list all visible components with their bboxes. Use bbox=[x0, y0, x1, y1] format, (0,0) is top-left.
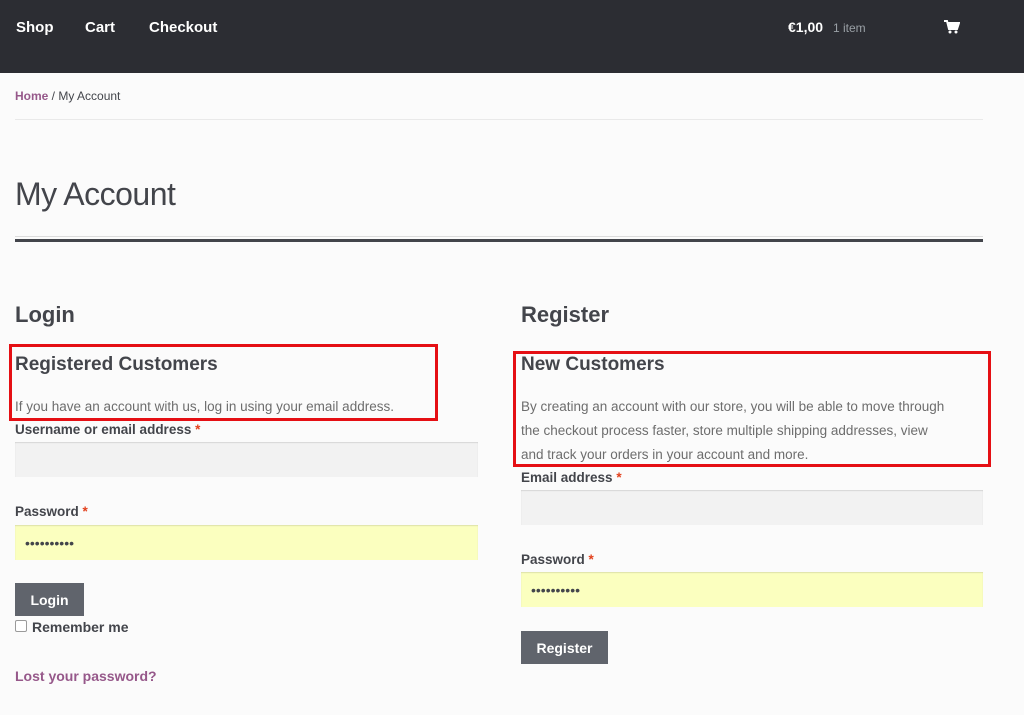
login-heading: Login bbox=[15, 302, 75, 327]
remember-me-label[interactable]: Remember me bbox=[32, 619, 129, 635]
breadcrumb: Home / My Account bbox=[15, 89, 120, 103]
remember-me-checkbox[interactable] bbox=[15, 620, 27, 632]
cart-total[interactable]: €1,00 bbox=[788, 19, 823, 35]
page-title: My Account bbox=[15, 176, 176, 212]
register-password-input[interactable] bbox=[521, 572, 983, 607]
top-navigation-bar: Shop Cart Checkout €1,00 1 item bbox=[0, 0, 1024, 73]
register-button[interactable]: Register bbox=[521, 631, 608, 664]
register-heading: Register bbox=[521, 302, 610, 327]
lost-password-link[interactable]: Lost your password? bbox=[15, 668, 157, 684]
username-input[interactable] bbox=[15, 442, 478, 477]
nav-cart-link[interactable]: Cart bbox=[85, 19, 115, 36]
username-label: Username or email address * bbox=[15, 422, 201, 437]
shopping-cart-icon[interactable] bbox=[944, 20, 960, 34]
login-password-label: Password * bbox=[15, 504, 88, 519]
email-label: Email address * bbox=[521, 470, 622, 485]
required-marker: * bbox=[195, 422, 201, 437]
required-marker: * bbox=[588, 552, 594, 567]
email-input[interactable] bbox=[521, 490, 983, 525]
register-password-label: Password * bbox=[521, 552, 594, 567]
required-marker: * bbox=[616, 470, 622, 485]
cart-item-count[interactable]: 1 item bbox=[833, 21, 866, 35]
breadcrumb-home-link[interactable]: Home bbox=[15, 89, 48, 103]
login-password-input[interactable] bbox=[15, 525, 478, 560]
nav-shop-link[interactable]: Shop bbox=[16, 19, 54, 36]
breadcrumb-current: My Account bbox=[58, 89, 121, 103]
breadcrumb-divider bbox=[15, 119, 983, 120]
login-button[interactable]: Login bbox=[15, 583, 84, 616]
registered-customers-highlight bbox=[9, 344, 438, 421]
breadcrumb-separator: / bbox=[48, 89, 59, 103]
title-divider-thin bbox=[15, 236, 983, 237]
new-customers-highlight bbox=[513, 351, 991, 467]
nav-checkout-link[interactable]: Checkout bbox=[149, 19, 217, 36]
title-divider bbox=[15, 239, 983, 242]
required-marker: * bbox=[82, 504, 88, 519]
